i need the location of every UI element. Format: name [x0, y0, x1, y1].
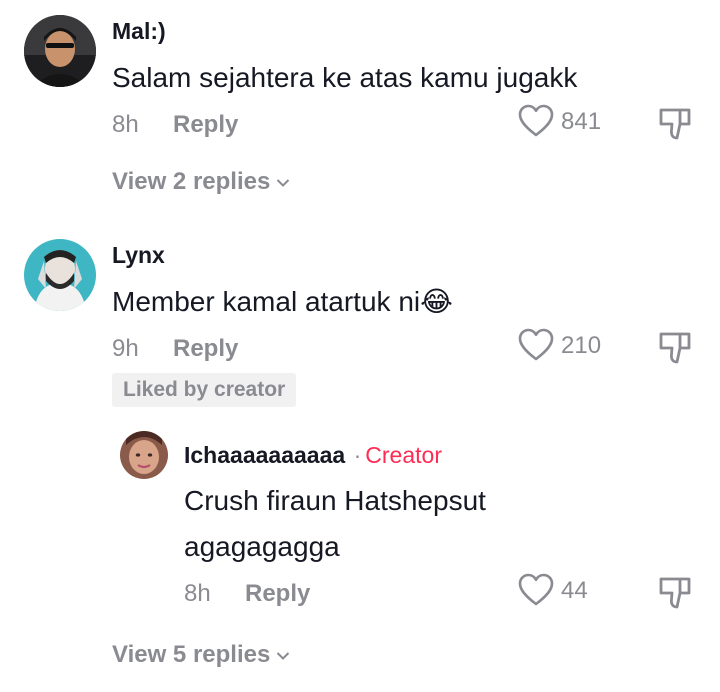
avatar[interactable] [24, 239, 96, 311]
comment-username[interactable]: Lynx [112, 242, 165, 269]
comment-text: Member kamal atartuk ni😂 [112, 280, 453, 324]
avatar-image [24, 15, 96, 87]
comment-time: 9h [112, 335, 139, 362]
creator-tag: Creator [365, 442, 442, 468]
liked-by-creator-badge: Liked by creator [112, 373, 297, 407]
thumbs-down-icon [659, 108, 691, 140]
reply-header: Ichaaaaaaaaaa · Creator [184, 442, 442, 469]
avatar-image [120, 431, 168, 479]
avatar[interactable] [120, 431, 168, 479]
like-button[interactable] [518, 328, 554, 364]
chevron-down-icon [277, 651, 290, 660]
reply-time: 8h [184, 580, 211, 607]
comment-username[interactable]: Mal:) [112, 18, 166, 45]
heart-icon [518, 104, 554, 137]
like-count: 210 [561, 332, 602, 359]
reply-button[interactable]: Reply [245, 580, 310, 608]
like-button[interactable] [518, 104, 554, 140]
chevron-down-icon [277, 178, 290, 187]
view-replies-label: View 2 replies [112, 168, 271, 195]
dislike-button[interactable] [658, 330, 692, 366]
heart-icon [518, 328, 554, 361]
like-count: 44 [561, 577, 588, 604]
avatar-image [24, 239, 96, 311]
reply-username[interactable]: Ichaaaaaaaaaa [184, 442, 345, 468]
like-count: 841 [561, 108, 602, 135]
thumbs-down-icon [659, 332, 691, 364]
view-replies-button[interactable]: View 5 replies [112, 641, 290, 669]
reply-button[interactable]: Reply [173, 111, 238, 139]
comment-text-body: Member kamal atartuk ni [112, 286, 421, 317]
comment-time: 8h [112, 111, 139, 138]
view-replies-label: View 5 replies [112, 641, 271, 668]
reply-text-line2: agagagagga [184, 531, 340, 562]
view-replies-button[interactable]: View 2 replies [112, 168, 290, 196]
reply-text-line1: Crush firaun Hatshepsut [184, 485, 486, 516]
comment-text: Salam sejahtera ke atas kamu jugakk [112, 62, 578, 93]
thumbs-down-icon [659, 577, 691, 609]
like-button[interactable] [518, 573, 554, 609]
dislike-button[interactable] [658, 106, 692, 142]
dislike-button[interactable] [658, 575, 692, 611]
separator-dot: · [353, 442, 362, 468]
laughing-emoji: 😂 [420, 285, 453, 318]
heart-icon [518, 573, 554, 606]
avatar[interactable] [24, 15, 96, 87]
reply-button[interactable]: Reply [173, 335, 238, 363]
